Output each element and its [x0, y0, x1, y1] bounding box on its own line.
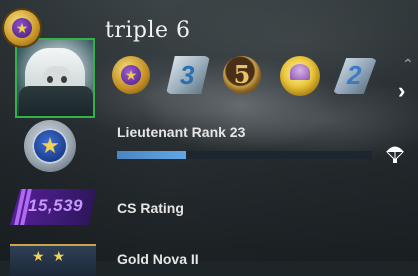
prime-badge-icon: ★ — [4, 10, 40, 46]
prime-star-icon: ★ — [12, 18, 32, 38]
skill-stars-icon: ★ ★ — [32, 248, 67, 264]
xp-progress-bar — [117, 151, 372, 159]
next-medals-arrow-icon[interactable]: › — [398, 78, 405, 104]
operation-coin-icon[interactable] — [280, 56, 320, 96]
skill-group-label: Gold Nova II — [117, 251, 199, 267]
rank-medal-icon[interactable]: ★ — [24, 120, 76, 172]
scroll-up-arrow-icon[interactable]: ⌃ — [402, 56, 414, 73]
cs-rating-badge[interactable]: 15,539 — [10, 189, 96, 225]
coin-emblem — [290, 64, 310, 80]
avatar-eye — [47, 76, 53, 83]
star-icon: ★ — [32, 128, 68, 164]
rank-label: Lieutenant Rank 23 — [117, 124, 246, 140]
medal-number: 2 — [347, 60, 362, 90]
cs-rating-label: CS Rating — [117, 200, 184, 216]
cs-rating-value: 15,539 — [28, 196, 83, 215]
avatar-cap — [19, 86, 93, 116]
player-name: triple 6 — [105, 18, 191, 43]
coin-5-icon[interactable]: 5 — [223, 56, 261, 94]
parachute-icon[interactable] — [384, 143, 406, 165]
star-icon: ★ — [121, 65, 141, 85]
skill-group-badge[interactable]: ★ ★ — [10, 244, 96, 276]
xp-progress-fill — [117, 151, 186, 159]
prime-medal-icon[interactable]: ★ — [112, 56, 150, 94]
medal-number: 5 — [233, 60, 251, 89]
avatar-eye — [61, 76, 67, 83]
player-avatar[interactable] — [15, 38, 95, 118]
medal-number: 3 — [180, 60, 195, 90]
